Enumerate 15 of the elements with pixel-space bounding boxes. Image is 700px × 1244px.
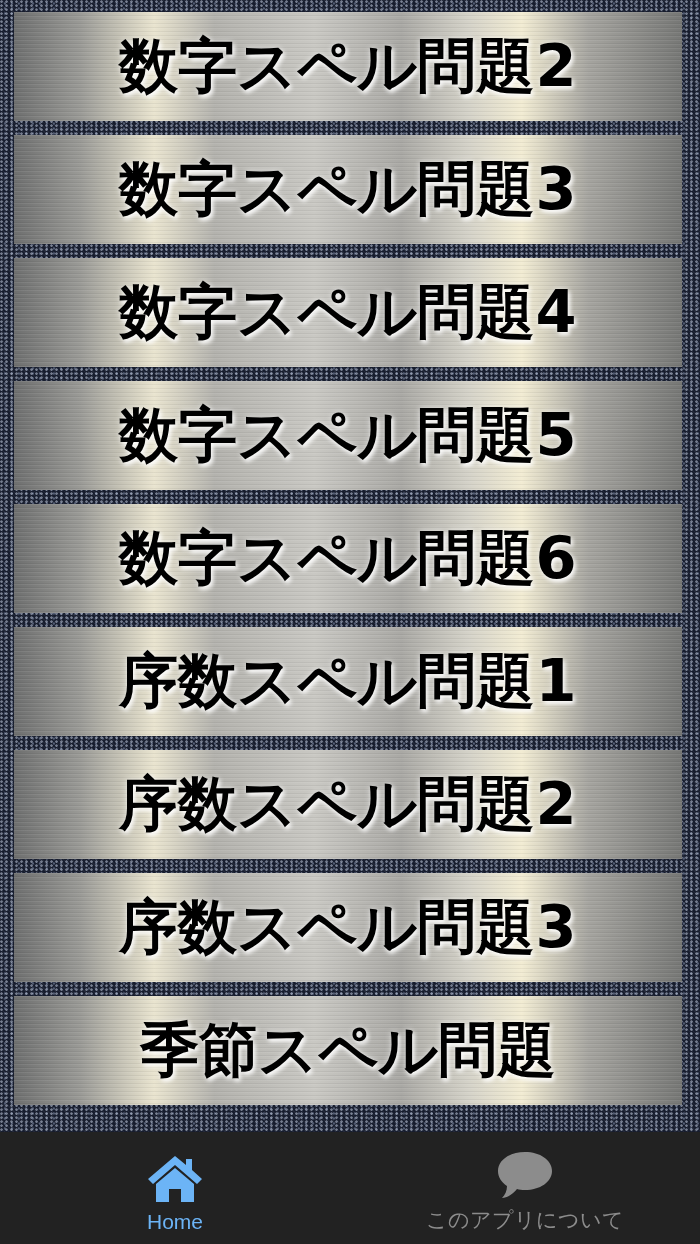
quiz-button[interactable]: 数字スペル問題5 [14,381,682,490]
quiz-button[interactable]: 季節スペル問題 [14,996,682,1105]
tab[interactable]: このアプリについて [350,1132,700,1244]
quiz-button[interactable]: 序数スペル問題2 [14,750,682,859]
tab-label: このアプリについて [426,1207,624,1233]
quiz-button[interactable]: 数字スペル問題2 [14,12,682,121]
tab-label: Home [147,1210,203,1234]
quiz-button[interactable]: 序数スペル問題1 [14,627,682,736]
quiz-button[interactable]: 数字スペル問題6 [14,504,682,613]
quiz-button[interactable]: 数字スペル問題3 [14,135,682,244]
tab[interactable]: Home [0,1132,350,1244]
quiz-button[interactable]: 数字スペル問題4 [14,258,682,367]
home-icon [146,1154,204,1204]
quiz-button[interactable]: 序数スペル問題3 [14,873,682,982]
speech-bubble-icon [496,1150,554,1200]
